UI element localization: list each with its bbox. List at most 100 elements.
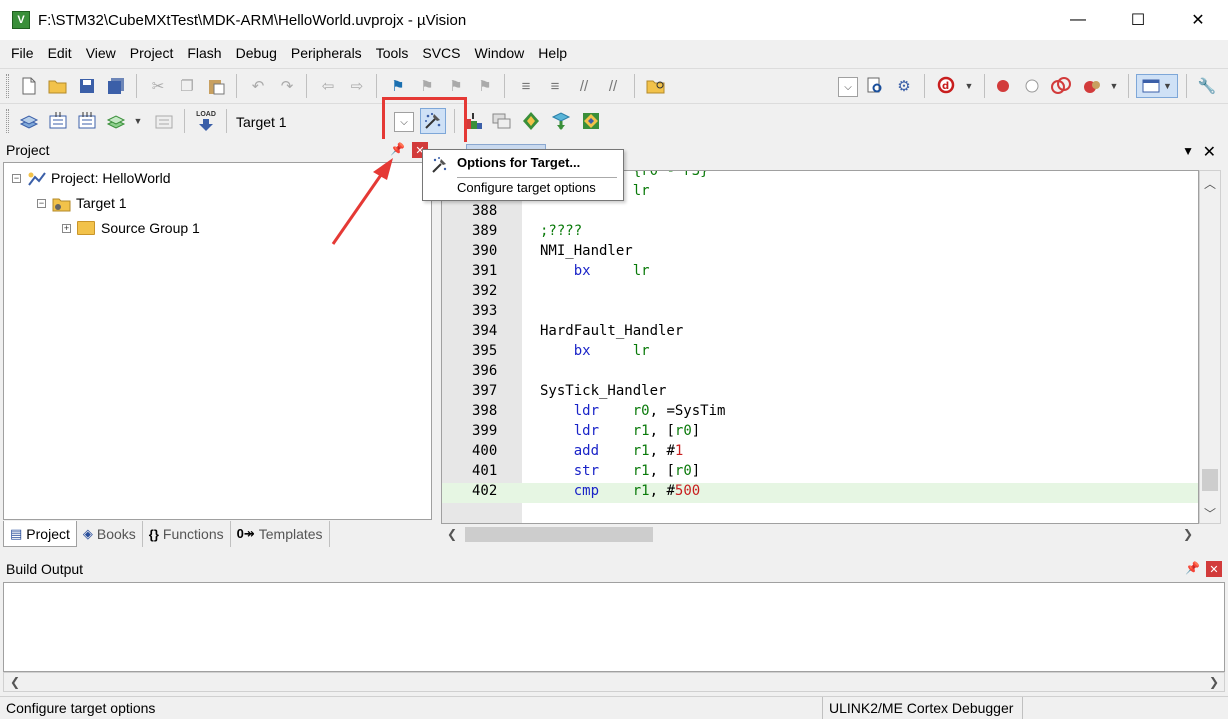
- maximize-button[interactable]: ☐: [1108, 0, 1168, 40]
- breakpoint-dropdown-icon[interactable]: ▼: [1103, 75, 1125, 97]
- menu-view[interactable]: View: [79, 45, 123, 61]
- open-file-icon[interactable]: [47, 75, 69, 97]
- bookmark-clear-icon[interactable]: ⚑: [474, 75, 496, 97]
- code-line[interactable]: 399 ldr r1, [r0]: [442, 423, 1198, 443]
- close-build-output-icon[interactable]: ✕: [1206, 561, 1222, 577]
- find-in-files-icon[interactable]: [645, 75, 667, 97]
- save-icon[interactable]: [76, 75, 98, 97]
- copy-icon[interactable]: ❐: [176, 75, 198, 97]
- code-line[interactable]: 402 cmp r1, #500: [442, 483, 1198, 503]
- build-output-scrollbar[interactable]: ❮ ❯: [3, 672, 1225, 692]
- toolbar-grip[interactable]: [6, 74, 9, 98]
- batch-build-dropdown-icon[interactable]: ▼: [127, 110, 149, 132]
- find-icon[interactable]: [864, 75, 886, 97]
- debug-dropdown-icon[interactable]: ▼: [958, 75, 980, 97]
- kill-breakpoints-icon[interactable]: [1081, 75, 1103, 97]
- unindent-icon[interactable]: ≡: [544, 75, 566, 97]
- indent-icon[interactable]: ≡: [515, 75, 537, 97]
- window-layout-button[interactable]: ▼: [1136, 74, 1178, 98]
- pin-icon[interactable]: 📌: [1185, 561, 1200, 575]
- tab-templates[interactable]: 0↠ Templates: [231, 521, 330, 547]
- redo-icon[interactable]: ↷: [276, 75, 298, 97]
- scroll-thumb[interactable]: [1202, 469, 1218, 491]
- code-line[interactable]: 389;????: [442, 223, 1198, 243]
- comment-icon[interactable]: //: [573, 75, 595, 97]
- target-select[interactable]: Target 1: [236, 114, 287, 130]
- tab-project[interactable]: ▤ Project: [3, 521, 77, 547]
- minimize-button[interactable]: —: [1048, 0, 1108, 40]
- collapse-icon[interactable]: −: [12, 173, 21, 183]
- scroll-right-icon[interactable]: ❯: [1209, 675, 1219, 689]
- hscroll-thumb[interactable]: [465, 527, 653, 542]
- menu-window[interactable]: Window: [468, 45, 532, 61]
- code-line[interactable]: 390 NMI_Handler: [442, 243, 1198, 263]
- incremental-find-icon[interactable]: ⚙: [893, 75, 915, 97]
- code-line[interactable]: 401 str r1, [r0]: [442, 463, 1198, 483]
- save-all-icon[interactable]: [105, 75, 127, 97]
- batch-build-icon[interactable]: [105, 110, 127, 132]
- tab-functions[interactable]: {} Functions: [143, 521, 231, 547]
- menu-peripherals[interactable]: Peripherals: [284, 45, 369, 61]
- bookmark-prev-icon[interactable]: ⚑: [416, 75, 438, 97]
- pack-installer-icon[interactable]: [550, 110, 572, 132]
- download-icon[interactable]: LOAD: [194, 109, 218, 133]
- build-output-area[interactable]: [3, 582, 1225, 672]
- close-editor-icon[interactable]: ✕: [1203, 142, 1216, 162]
- new-file-icon[interactable]: [18, 75, 40, 97]
- code-line[interactable]: 388: [442, 203, 1198, 223]
- find-dropdown[interactable]: ⌵: [838, 77, 858, 97]
- tab-books[interactable]: ◈ Books: [77, 521, 143, 547]
- tree-item-project[interactable]: − Project: HelloWorld: [12, 167, 171, 189]
- scroll-up-icon[interactable]: ︿: [1204, 175, 1216, 192]
- toolbar-grip-2[interactable]: [6, 109, 9, 133]
- scroll-down-icon[interactable]: ﹀: [1204, 505, 1216, 522]
- enable-breakpoint-icon[interactable]: [1021, 75, 1043, 97]
- close-window-button[interactable]: ✕: [1168, 0, 1228, 40]
- expand-icon[interactable]: +: [62, 223, 71, 233]
- code-line[interactable]: 393: [442, 303, 1198, 323]
- menu-svcs[interactable]: SVCS: [415, 45, 467, 61]
- code-line[interactable]: 396: [442, 363, 1198, 383]
- collapse-icon[interactable]: −: [37, 198, 46, 208]
- navigate-forward-icon[interactable]: ⇨: [346, 75, 368, 97]
- code-editor[interactable]: 386 pop {r0 - r3}387 bx lr388389;????390…: [441, 170, 1199, 524]
- menu-edit[interactable]: Edit: [41, 45, 79, 61]
- menu-file[interactable]: File: [4, 45, 41, 61]
- stop-build-icon[interactable]: [153, 110, 175, 132]
- editor-tabs-dropdown-icon[interactable]: ▼: [1182, 144, 1194, 158]
- tree-item-source-group[interactable]: + Source Group 1: [62, 217, 200, 239]
- tree-item-target[interactable]: − Target 1: [37, 192, 127, 214]
- configure-icon[interactable]: 🔧: [1196, 75, 1218, 97]
- editor-horizontal-scrollbar[interactable]: ❮ ❯: [441, 524, 1199, 546]
- code-line[interactable]: 400 add r1, #1: [442, 443, 1198, 463]
- code-line[interactable]: 397 SysTick_Handler: [442, 383, 1198, 403]
- menu-flash[interactable]: Flash: [180, 45, 228, 61]
- menu-project[interactable]: Project: [123, 45, 181, 61]
- scroll-left-icon[interactable]: ❮: [10, 675, 20, 689]
- software-packs-icon[interactable]: [580, 110, 602, 132]
- uncomment-icon[interactable]: //: [602, 75, 624, 97]
- scroll-left-icon[interactable]: ❮: [447, 527, 457, 541]
- menu-debug[interactable]: Debug: [229, 45, 284, 61]
- manage-run-time-environment-icon[interactable]: [520, 110, 542, 132]
- debug-session-icon[interactable]: d: [936, 75, 958, 97]
- menu-help[interactable]: Help: [531, 45, 574, 61]
- navigate-back-icon[interactable]: ⇦: [317, 75, 339, 97]
- undo-icon[interactable]: ↶: [247, 75, 269, 97]
- rebuild-icon[interactable]: [76, 110, 98, 132]
- disable-breakpoints-icon[interactable]: [1050, 75, 1072, 97]
- editor-vertical-scrollbar[interactable]: ︿ ﹀: [1199, 170, 1221, 524]
- cut-icon[interactable]: ✂: [147, 75, 169, 97]
- bookmark-next-icon[interactable]: ⚑: [445, 75, 467, 97]
- paste-icon[interactable]: [205, 75, 227, 97]
- code-line[interactable]: 394 HardFault_Handler: [442, 323, 1198, 343]
- code-line[interactable]: 391 bx lr: [442, 263, 1198, 283]
- translate-icon[interactable]: [18, 110, 40, 132]
- code-line[interactable]: 392: [442, 283, 1198, 303]
- scroll-right-icon[interactable]: ❯: [1183, 527, 1193, 541]
- bookmark-icon[interactable]: ⚑: [387, 75, 409, 97]
- insert-breakpoint-icon[interactable]: [992, 75, 1014, 97]
- code-line[interactable]: 398 ldr r0, =SysTim: [442, 403, 1198, 423]
- build-icon[interactable]: [47, 110, 69, 132]
- code-line[interactable]: 395 bx lr: [442, 343, 1198, 363]
